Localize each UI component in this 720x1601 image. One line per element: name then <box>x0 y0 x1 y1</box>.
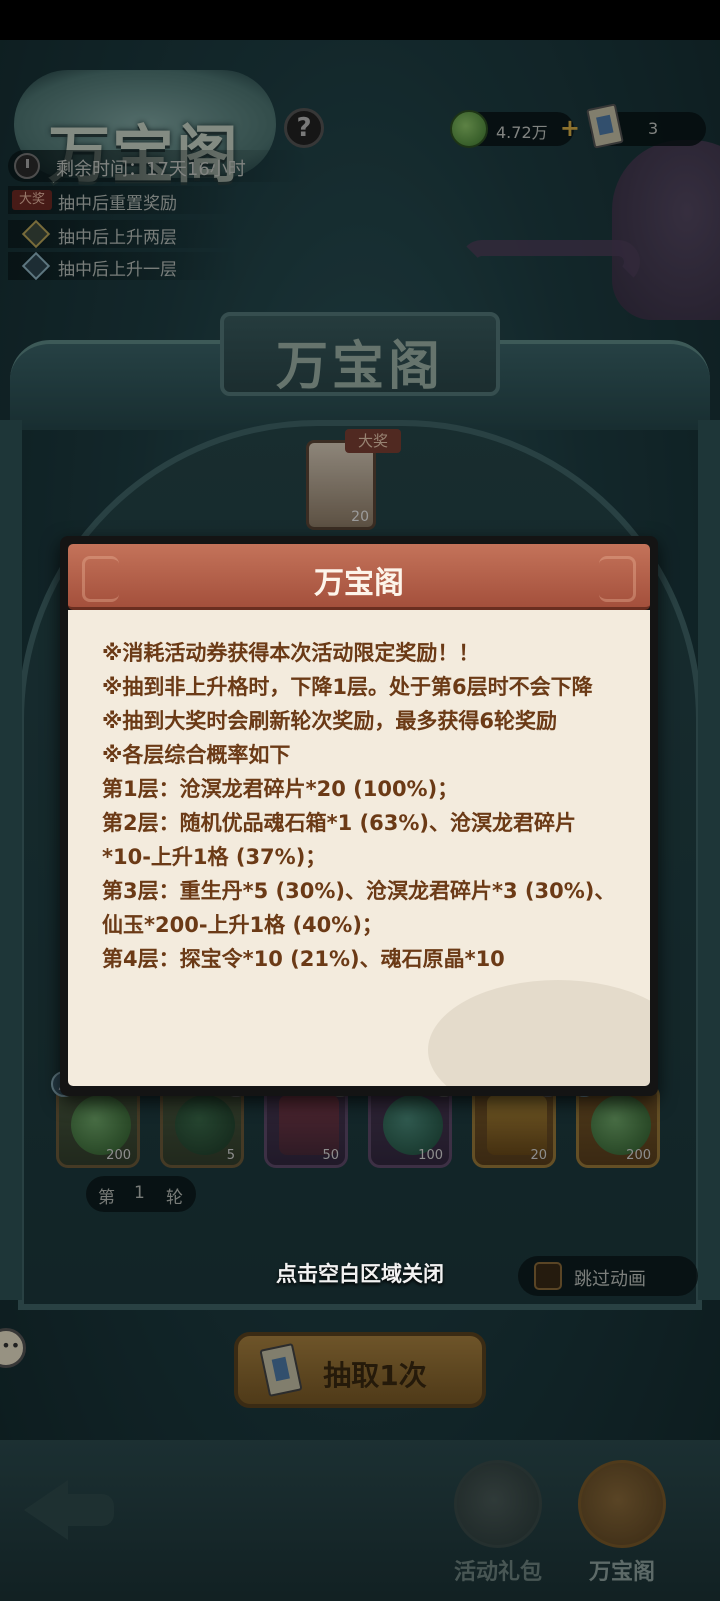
dialog-header: 万宝阁 <box>68 544 650 610</box>
rule-line: 第2层：随机优品魂石箱*1 (63%)、沧溟龙君碎片*10-上升1格 (37%)… <box>102 811 576 869</box>
rule-line: 第3层：重生丹*5 (30%)、沧溟龙君碎片*3 (30%)、仙玉*200-上升… <box>102 879 616 937</box>
rule-line: ※消耗活动券获得本次活动限定奖励！！ <box>102 641 480 665</box>
status-bar <box>0 0 720 40</box>
rule-line: ※抽到非上升格时，下降1层。处于第6层时不会下降 <box>102 675 593 699</box>
rules-dialog: 万宝阁 ※消耗活动券获得本次活动限定奖励！！ ※抽到非上升格时，下降1层。处于第… <box>60 536 658 1096</box>
game-screen: 万宝阁 ? 剩余时间：17天16小时 大奖 抽中后重置奖励 抽中后上升两层 抽中… <box>0 0 720 1601</box>
rule-line: 第4层：探宝令*10 (21%)、魂石原晶*10 <box>102 947 505 971</box>
rule-line: ※抽到大奖时会刷新轮次奖励，最多获得6轮奖励 <box>102 709 558 733</box>
rule-line: ※各层综合概率如下 <box>102 743 291 767</box>
dialog-body: ※消耗活动券获得本次活动限定奖励！！ ※抽到非上升格时，下降1层。处于第6层时不… <box>68 610 650 1086</box>
rules-text: ※消耗活动券获得本次活动限定奖励！！ ※抽到非上升格时，下降1层。处于第6层时不… <box>102 636 622 976</box>
dialog-title: 万宝阁 <box>314 566 404 601</box>
rule-line: 第1层：沧溟龙君碎片*20 (100%)； <box>102 777 459 801</box>
close-hint: 点击空白区域关闭 <box>276 1262 444 1286</box>
